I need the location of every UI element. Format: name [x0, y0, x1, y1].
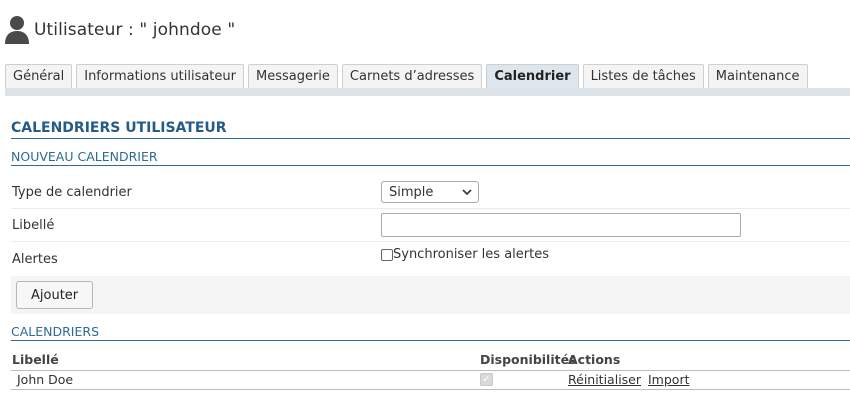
calendars-title: CALENDRIERS: [11, 324, 850, 341]
sync-alerts-control: Synchroniser les alertes: [381, 242, 549, 262]
tab-general[interactable]: Général: [5, 64, 73, 88]
check-icon: ✓: [480, 373, 493, 386]
tab-bar: Général Informations utilisateur Message…: [5, 64, 808, 88]
calendar-name-input[interactable]: [381, 213, 741, 237]
alerts-label: Alertes: [12, 252, 58, 267]
calendar-type-label: Type de calendrier: [12, 184, 132, 200]
user-icon: [5, 16, 29, 44]
calendar-type-select[interactable]: Simple: [381, 181, 479, 203]
calendar-name: John Doe: [17, 372, 74, 387]
tab-calendar[interactable]: Calendrier: [486, 64, 579, 88]
tab-bar-underline: [5, 88, 850, 96]
tab-maintenance[interactable]: Maintenance: [707, 64, 808, 88]
calendar-name-row: Libellé: [11, 209, 850, 242]
column-name: Libellé: [12, 352, 59, 367]
sync-alerts-checkbox[interactable]: [381, 248, 393, 261]
column-actions: Actions: [568, 352, 621, 367]
calendar-type-value: Simple: [389, 184, 434, 200]
calendar-name-label: Libellé: [12, 217, 55, 233]
availability-checkbox: ✓: [480, 373, 493, 386]
new-calendar-title: NOUVEAU CALENDRIER: [11, 149, 850, 166]
add-button-row: Ajouter: [11, 276, 850, 314]
tab-task-lists[interactable]: Listes de tâches: [582, 64, 704, 88]
page-title: Utilisateur : " johndoe ": [34, 20, 236, 40]
tab-address-books[interactable]: Carnets d’adresses: [341, 64, 483, 88]
chevron-down-icon: [462, 188, 472, 195]
tab-mail[interactable]: Messagerie: [247, 64, 338, 88]
import-link[interactable]: Import: [648, 372, 690, 387]
reset-link[interactable]: Réinitialiser: [568, 372, 641, 387]
column-availability: Disponibilités: [480, 352, 577, 367]
sync-alerts-label[interactable]: Synchroniser les alertes: [393, 247, 549, 262]
add-button[interactable]: Ajouter: [16, 281, 94, 309]
calendar-type-row: Type de calendrier Simple: [11, 176, 850, 209]
tab-user-info[interactable]: Informations utilisateur: [76, 64, 244, 88]
alerts-row: Alertes Synchroniser les alertes: [11, 242, 850, 274]
page-header: Utilisateur : " johndoe ": [4, 10, 235, 50]
calendars-table-header: Libellé Disponibilités Actions: [11, 350, 850, 371]
table-row: John Doe ✓ Réinitialiser Import: [11, 370, 850, 390]
section-title: CALENDRIERS UTILISATEUR: [11, 120, 850, 139]
